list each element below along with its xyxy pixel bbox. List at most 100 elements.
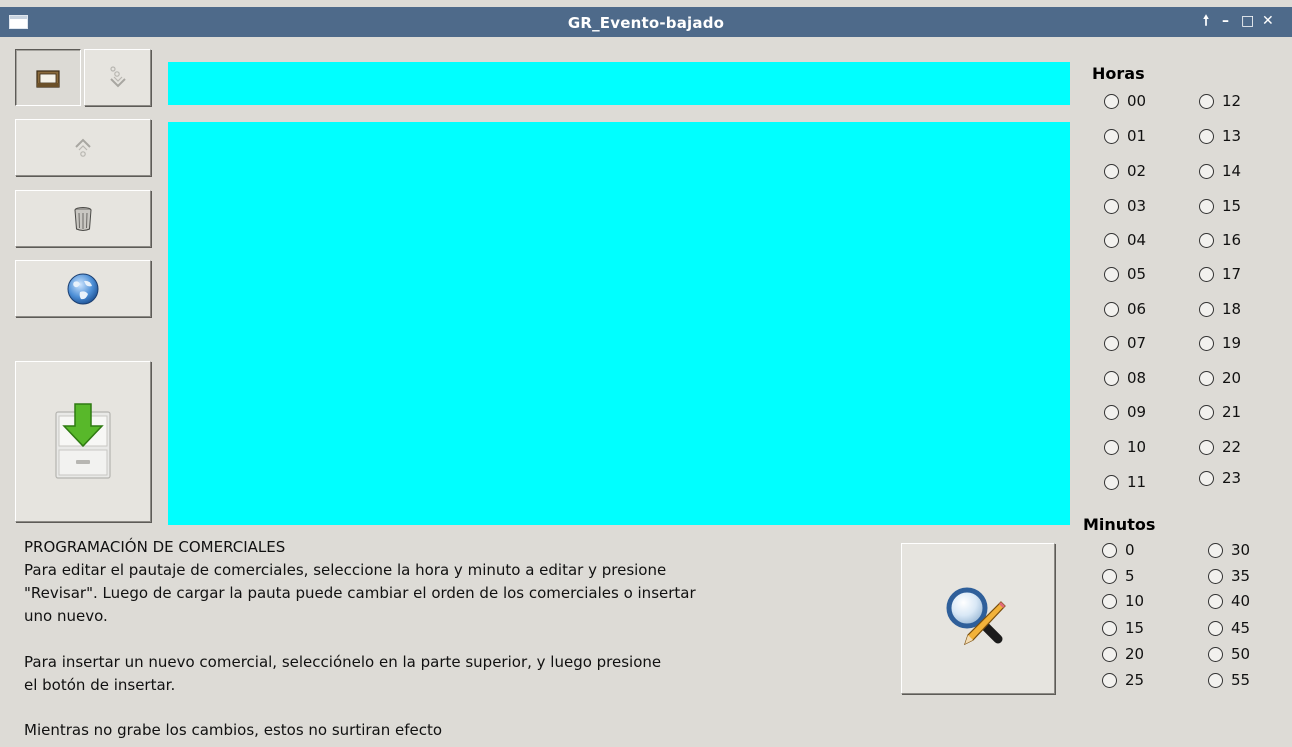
hora-radio-06[interactable]: 06 [1104,300,1146,318]
hora-radio-label: 21 [1222,403,1242,421]
radio-circle[interactable] [1102,593,1117,609]
minuto-radio-45[interactable]: 45 [1208,619,1250,637]
hora-radio-17[interactable]: 17 [1199,265,1241,283]
hora-radio-01[interactable]: 01 [1104,127,1146,145]
radio-circle[interactable] [1199,128,1214,144]
hora-radio-20[interactable]: 20 [1199,369,1241,387]
hora-radio-05[interactable]: 05 [1104,265,1146,283]
minuto-radio-label: 20 [1125,645,1145,663]
hora-radio-21[interactable]: 21 [1199,403,1241,421]
radio-circle[interactable] [1104,232,1119,248]
minuto-radio-40[interactable]: 40 [1208,592,1250,610]
radio-circle[interactable] [1104,93,1119,109]
minuto-radio-15[interactable]: 15 [1102,619,1144,637]
download-button[interactable] [84,49,151,106]
minuto-radio-0[interactable]: 0 [1102,541,1135,559]
hora-radio-label: 07 [1127,334,1147,352]
radio-circle[interactable] [1199,93,1214,109]
radio-circle[interactable] [1199,370,1214,386]
move-up-button[interactable] [15,119,151,176]
globe-icon [67,273,99,304]
radio-circle[interactable] [1102,646,1117,662]
radio-circle[interactable] [1104,439,1119,455]
title-bar[interactable]: GR_Evento-bajado 🠕 – □ ✕ [0,7,1292,37]
web-button[interactable] [15,260,151,317]
radio-circle[interactable] [1104,198,1119,214]
minuto-radio-25[interactable]: 25 [1102,671,1144,689]
radio-circle[interactable] [1102,542,1117,558]
radio-circle[interactable] [1208,593,1223,609]
radio-circle[interactable] [1208,620,1223,636]
comercial-selector-field[interactable] [168,62,1070,105]
minutos-label: Minutos [1083,515,1156,534]
hora-radio-13[interactable]: 13 [1199,127,1241,145]
radio-circle[interactable] [1199,266,1214,282]
pauta-list[interactable] [168,122,1070,525]
minuto-radio-5[interactable]: 5 [1102,567,1135,585]
radio-circle[interactable] [1104,335,1119,351]
hora-radio-23[interactable]: 23 [1199,469,1241,487]
hora-radio-label: 03 [1127,197,1147,215]
minimize-button[interactable]: – [1222,13,1229,29]
radio-circle[interactable] [1104,474,1119,490]
hora-radio-label: 23 [1222,469,1242,487]
hora-radio-16[interactable]: 16 [1199,231,1241,249]
hora-radio-10[interactable]: 10 [1104,438,1146,456]
info-text-line: "Revisar". Luego de cargar la pauta pued… [24,584,696,602]
hora-radio-15[interactable]: 15 [1199,197,1241,215]
hora-radio-12[interactable]: 12 [1199,92,1241,110]
close-button[interactable]: ✕ [1262,13,1274,29]
radio-circle[interactable] [1104,128,1119,144]
hora-radio-22[interactable]: 22 [1199,438,1241,456]
radio-circle[interactable] [1208,646,1223,662]
minuto-radio-10[interactable]: 10 [1102,592,1144,610]
info-text-line: Para editar el pautaje de comerciales, s… [24,561,667,579]
minuto-radio-55[interactable]: 55 [1208,671,1250,689]
minuto-radio-35[interactable]: 35 [1208,567,1250,585]
hora-radio-04[interactable]: 04 [1104,231,1146,249]
maximize-button[interactable]: □ [1241,13,1254,29]
minuto-radio-20[interactable]: 20 [1102,645,1144,663]
radio-circle[interactable] [1208,542,1223,558]
radio-circle[interactable] [1104,266,1119,282]
radio-circle[interactable] [1104,404,1119,420]
radio-circle[interactable] [1104,370,1119,386]
hora-radio-07[interactable]: 07 [1104,334,1146,352]
radio-circle[interactable] [1199,470,1214,486]
save-button[interactable] [15,361,151,522]
hora-radio-09[interactable]: 09 [1104,403,1146,421]
hora-radio-02[interactable]: 02 [1104,162,1146,180]
minuto-radio-30[interactable]: 30 [1208,541,1250,559]
hora-radio-08[interactable]: 08 [1104,369,1146,387]
radio-circle[interactable] [1104,301,1119,317]
radio-circle[interactable] [1199,232,1214,248]
radio-circle[interactable] [1208,568,1223,584]
radio-circle[interactable] [1199,301,1214,317]
radio-circle[interactable] [1199,404,1214,420]
hora-radio-11[interactable]: 11 [1104,473,1146,491]
minuto-radio-label: 10 [1125,592,1145,610]
hora-radio-00[interactable]: 00 [1104,92,1146,110]
minuto-radio-label: 15 [1125,619,1145,637]
radio-circle[interactable] [1208,672,1223,688]
hora-radio-18[interactable]: 18 [1199,300,1241,318]
radio-circle[interactable] [1104,163,1119,179]
radio-circle[interactable] [1199,439,1214,455]
open-file-button[interactable] [15,49,81,106]
pin-icon[interactable]: 🠕 [1203,13,1209,29]
hora-radio-14[interactable]: 14 [1199,162,1241,180]
minuto-radio-label: 0 [1125,541,1135,559]
hora-radio-19[interactable]: 19 [1199,334,1241,352]
radio-circle[interactable] [1102,568,1117,584]
radio-circle[interactable] [1102,620,1117,636]
radio-circle[interactable] [1199,163,1214,179]
delete-button[interactable] [15,190,151,247]
hora-radio-label: 18 [1222,300,1242,318]
hora-radio-label: 04 [1127,231,1147,249]
radio-circle[interactable] [1199,335,1214,351]
radio-circle[interactable] [1199,198,1214,214]
radio-circle[interactable] [1102,672,1117,688]
minuto-radio-50[interactable]: 50 [1208,645,1250,663]
hora-radio-03[interactable]: 03 [1104,197,1146,215]
review-button[interactable] [901,543,1055,694]
